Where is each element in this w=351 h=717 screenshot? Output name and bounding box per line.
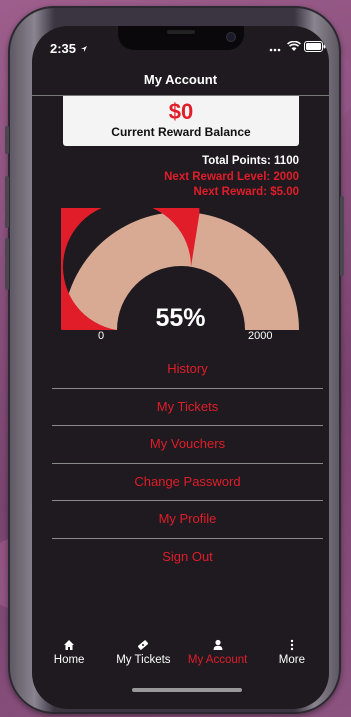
menu-item-my-tickets[interactable]: My Tickets <box>52 389 323 426</box>
camera <box>227 33 235 41</box>
menu-item-my-vouchers[interactable]: My Vouchers <box>52 426 323 464</box>
menu-item-history[interactable]: History <box>52 351 323 389</box>
status-icons <box>269 40 326 55</box>
next-reward-level: Next Reward Level: 2000 <box>164 170 299 183</box>
tab-my-tickets[interactable]: My Tickets <box>106 632 180 682</box>
menu-item-sign-out[interactable]: Sign Out <box>52 539 323 576</box>
gauge-max-label: 2000 <box>248 330 273 342</box>
status-time: 2:35 <box>50 41 88 56</box>
tab-my-account-label: My Account <box>187 654 248 666</box>
balance-label: Current Reward Balance <box>111 125 251 139</box>
power-button <box>340 196 344 276</box>
menu-item-change-password[interactable]: Change Password <box>52 464 323 501</box>
tab-my-tickets-label: My Tickets <box>116 654 171 666</box>
page-title: My Account <box>143 72 218 87</box>
signal-dots-icon <box>269 48 281 52</box>
next-reward: Next Reward: $5.00 <box>193 186 299 198</box>
points-summary: Total Points: 1100 Next Reward Level: 20… <box>164 154 299 201</box>
tab-more[interactable]: More <box>255 632 329 682</box>
volume-up-button <box>5 176 9 228</box>
reward-balance-card: $0 Current Reward Balance <box>63 96 299 146</box>
phone-frame: 2:35 My Account $0 Current Reward Balanc… <box>5 6 344 714</box>
wifi-icon <box>286 40 301 51</box>
volume-down-button <box>5 238 9 290</box>
gauge-percent: 55% <box>155 304 206 332</box>
speaker <box>167 30 195 34</box>
ticket-icon <box>138 640 149 650</box>
gauge-min-label: 0 <box>98 330 105 342</box>
total-points: Total Points: 1100 <box>202 155 299 167</box>
home-icon <box>64 640 75 650</box>
account-menu: History My Tickets My Vouchers Change Pa… <box>52 351 323 575</box>
user-icon <box>213 639 223 650</box>
silent-switch <box>5 126 9 154</box>
app-screen: 2:35 My Account $0 Current Reward Balanc… <box>32 26 329 709</box>
tab-home-label: Home <box>53 654 85 666</box>
home-indicator[interactable] <box>132 688 242 692</box>
tab-my-account[interactable]: My Account <box>181 632 255 682</box>
tab-more-label: More <box>278 654 305 666</box>
balance-amount: $0 <box>168 99 194 124</box>
menu-item-my-profile[interactable]: My Profile <box>52 501 323 539</box>
status-time-text: 2:35 <box>50 41 77 56</box>
tab-home[interactable]: Home <box>32 632 106 682</box>
battery-icon <box>304 41 326 52</box>
more-icon <box>290 639 294 651</box>
location-arrow-icon <box>80 46 87 52</box>
tab-bar: Home My Tickets My Account More <box>32 632 329 682</box>
